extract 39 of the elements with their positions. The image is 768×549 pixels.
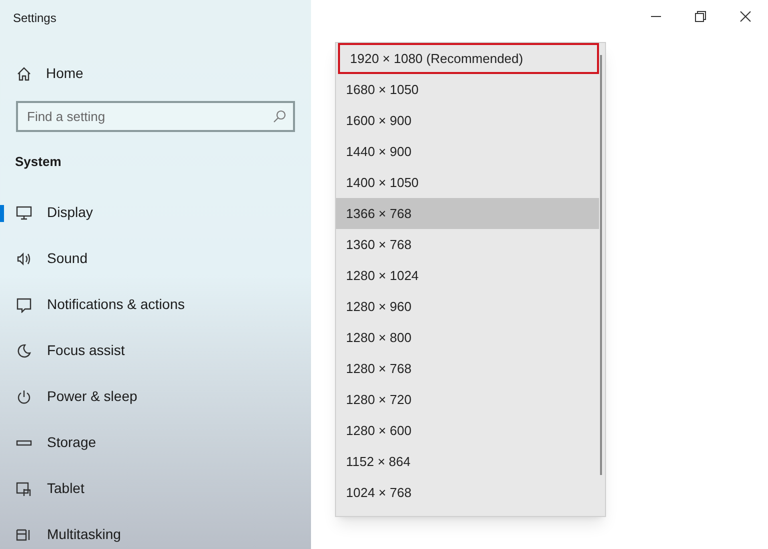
section-heading: System <box>15 153 62 171</box>
resolution-option[interactable]: 1024 × 768 <box>336 477 599 508</box>
multitasking-icon <box>16 526 32 542</box>
resolution-option[interactable]: 1280 × 800 <box>336 322 599 353</box>
resolution-option[interactable]: 1920 × 1080 (Recommended) <box>338 43 599 74</box>
nav-item[interactable]: Tablet <box>0 476 84 502</box>
resolution-option[interactable]: 1600 × 900 <box>336 105 599 136</box>
focus-icon <box>16 342 32 358</box>
resolution-option[interactable]: 1280 × 600 <box>336 415 599 446</box>
nav-item[interactable]: Notifications & actions <box>0 292 185 318</box>
search-field[interactable]: Find a setting <box>16 101 295 132</box>
nav-item[interactable]: Focus assist <box>0 338 125 364</box>
scrollbar[interactable] <box>600 55 602 475</box>
resolution-option[interactable]: 1280 × 960 <box>336 291 599 322</box>
power-icon <box>16 388 32 404</box>
nav-item[interactable]: Storage <box>0 430 96 456</box>
tablet-icon <box>16 480 32 496</box>
resolution-option[interactable]: 1440 × 900 <box>336 136 599 167</box>
resolution-option[interactable]: 1280 × 720 <box>336 384 599 415</box>
resolution-option[interactable]: 1360 × 768 <box>336 229 599 260</box>
nav-item[interactable]: Sound <box>0 246 88 272</box>
notifications-icon <box>16 296 32 312</box>
resolution-option[interactable]: 1152 × 864 <box>336 446 599 477</box>
resolution-option[interactable]: 1280 × 1024 <box>336 260 599 291</box>
sound-icon <box>16 250 32 266</box>
restore-icon <box>695 10 706 22</box>
nav-item[interactable]: Multitasking <box>0 522 121 548</box>
window-title: Settings <box>13 10 56 27</box>
resolution-option[interactable]: 1680 × 1050 <box>336 74 599 105</box>
nav-item[interactable]: Power & sleep <box>0 384 138 410</box>
resolution-option[interactable]: 1280 × 768 <box>336 353 599 384</box>
search-icon <box>273 110 286 123</box>
home-link[interactable]: Home <box>16 63 84 84</box>
resolution-option[interactable]: 1366 × 768 <box>336 198 599 229</box>
display-icon <box>16 204 32 220</box>
nav-item[interactable]: Display <box>0 200 93 226</box>
resolution-option[interactable]: 1400 × 1050 <box>336 167 599 198</box>
home-icon <box>16 66 32 82</box>
close-icon <box>740 10 751 22</box>
